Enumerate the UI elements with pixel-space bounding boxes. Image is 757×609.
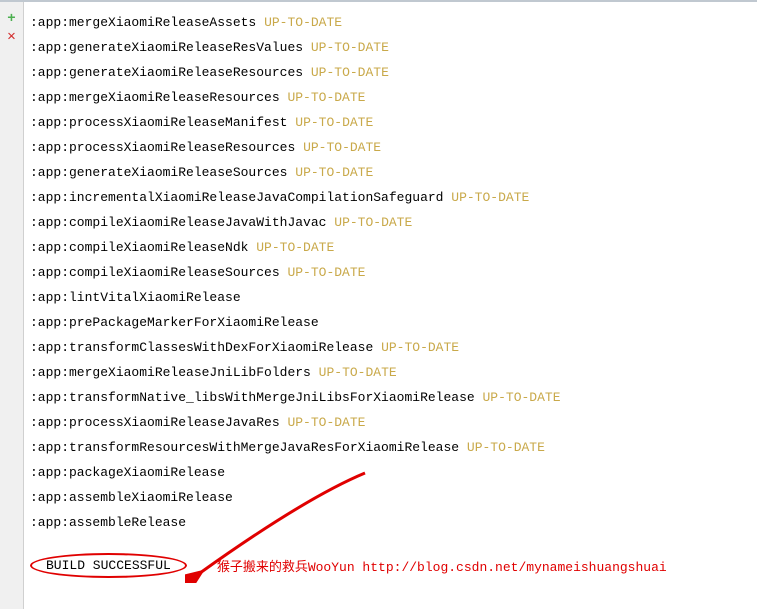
- task-name: :app:compileXiaomiReleaseJavaWithJavac: [30, 215, 326, 230]
- console-line: :app:assembleXiaomiRelease: [30, 485, 751, 510]
- task-status: UP-TO-DATE: [381, 340, 459, 355]
- task-name: :app:incrementalXiaomiReleaseJavaCompila…: [30, 190, 443, 205]
- console-line: :app:processXiaomiReleaseJavaRes UP-TO-D…: [30, 410, 751, 435]
- build-result-row: BUILD SUCCESSFUL 猴子搬来的救兵WooYun http://bl…: [30, 553, 751, 578]
- console-line: :app:transformResourcesWithMergeJavaResF…: [30, 435, 751, 460]
- close-icon[interactable]: ✕: [0, 28, 23, 46]
- task-name: :app:transformNative_libsWithMergeJniLib…: [30, 390, 475, 405]
- task-status: UP-TO-DATE: [295, 165, 373, 180]
- console-line: :app:lintVitalXiaomiRelease: [30, 285, 751, 310]
- console-output[interactable]: :app:mergeXiaomiReleaseAssets UP-TO-DATE…: [24, 2, 757, 609]
- task-name: :app:compileXiaomiReleaseSources: [30, 265, 280, 280]
- console-line: :app:generateXiaomiReleaseResources UP-T…: [30, 60, 751, 85]
- task-status: UP-TO-DATE: [467, 440, 545, 455]
- task-name: :app:generateXiaomiReleaseResources: [30, 65, 303, 80]
- build-successful-highlight: BUILD SUCCESSFUL: [30, 553, 187, 578]
- task-name: :app:transformResourcesWithMergeJavaResF…: [30, 440, 459, 455]
- console-line: :app:processXiaomiReleaseManifest UP-TO-…: [30, 110, 751, 135]
- task-name: :app:generateXiaomiReleaseSources: [30, 165, 287, 180]
- task-name: :app:processXiaomiReleaseJavaRes: [30, 415, 280, 430]
- task-status: UP-TO-DATE: [256, 240, 334, 255]
- task-name: :app:mergeXiaomiReleaseAssets: [30, 15, 256, 30]
- task-status: UP-TO-DATE: [303, 140, 381, 155]
- task-status: UP-TO-DATE: [334, 215, 412, 230]
- task-status: UP-TO-DATE: [311, 40, 389, 55]
- task-name: :app:assembleRelease: [30, 515, 186, 530]
- console-line: :app:processXiaomiReleaseResources UP-TO…: [30, 135, 751, 160]
- console-line: :app:mergeXiaomiReleaseResources UP-TO-D…: [30, 85, 751, 110]
- console-line: :app:packageXiaomiRelease: [30, 460, 751, 485]
- console-line: :app:prePackageMarkerForXiaomiRelease: [30, 310, 751, 335]
- watermark-text: 猴子搬来的救兵WooYun http://blog.csdn.net/mynam…: [217, 556, 667, 575]
- task-status: UP-TO-DATE: [287, 415, 365, 430]
- task-name: :app:processXiaomiReleaseManifest: [30, 115, 287, 130]
- task-name: :app:generateXiaomiReleaseResValues: [30, 40, 303, 55]
- task-name: :app:compileXiaomiReleaseNdk: [30, 240, 248, 255]
- task-name: :app:mergeXiaomiReleaseResources: [30, 90, 280, 105]
- task-name: :app:transformClassesWithDexForXiaomiRel…: [30, 340, 373, 355]
- console-line: :app:mergeXiaomiReleaseJniLibFolders UP-…: [30, 360, 751, 385]
- console-line: :app:compileXiaomiReleaseJavaWithJavac U…: [30, 210, 751, 235]
- task-status: UP-TO-DATE: [319, 365, 397, 380]
- task-status: UP-TO-DATE: [483, 390, 561, 405]
- console-line: :app:mergeXiaomiReleaseAssets UP-TO-DATE: [30, 10, 751, 35]
- task-name: :app:mergeXiaomiReleaseJniLibFolders: [30, 365, 311, 380]
- add-icon[interactable]: +: [0, 10, 23, 28]
- console-line: :app:transformClassesWithDexForXiaomiRel…: [30, 335, 751, 360]
- console-line: :app:incrementalXiaomiReleaseJavaCompila…: [30, 185, 751, 210]
- task-name: :app:lintVitalXiaomiRelease: [30, 290, 241, 305]
- task-status: UP-TO-DATE: [287, 90, 365, 105]
- console-line: :app:compileXiaomiReleaseSources UP-TO-D…: [30, 260, 751, 285]
- console-line: :app:generateXiaomiReleaseResValues UP-T…: [30, 35, 751, 60]
- console-line: :app:generateXiaomiReleaseSources UP-TO-…: [30, 160, 751, 185]
- task-status: UP-TO-DATE: [295, 115, 373, 130]
- task-status: UP-TO-DATE: [264, 15, 342, 30]
- task-status: UP-TO-DATE: [451, 190, 529, 205]
- task-name: :app:processXiaomiReleaseResources: [30, 140, 295, 155]
- task-status: UP-TO-DATE: [311, 65, 389, 80]
- task-name: :app:prePackageMarkerForXiaomiRelease: [30, 315, 319, 330]
- console-panel: + ✕ :app:mergeXiaomiReleaseAssets UP-TO-…: [0, 0, 757, 609]
- console-line: :app:transformNative_libsWithMergeJniLib…: [30, 385, 751, 410]
- console-line: :app:compileXiaomiReleaseNdk UP-TO-DATE: [30, 235, 751, 260]
- task-status: UP-TO-DATE: [287, 265, 365, 280]
- console-line: :app:assembleRelease: [30, 510, 751, 535]
- gutter: + ✕: [0, 2, 24, 609]
